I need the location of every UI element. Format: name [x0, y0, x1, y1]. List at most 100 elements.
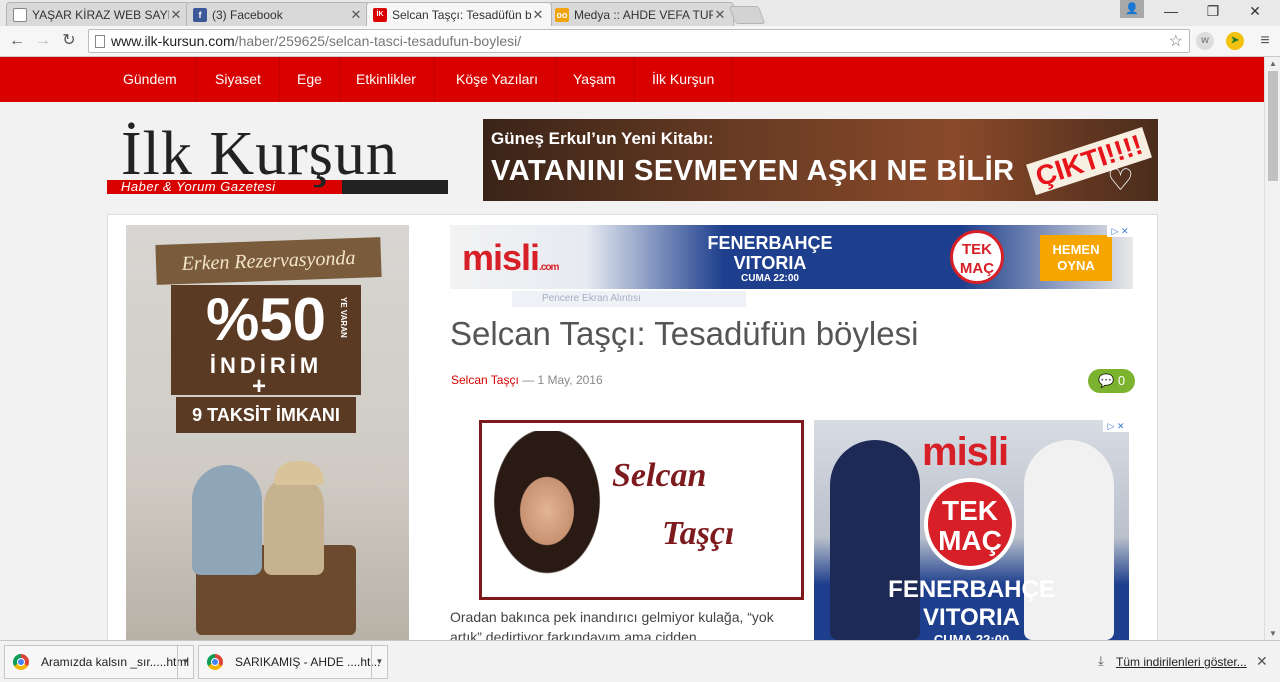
adchoices-icon[interactable]: ▷ ✕ — [1107, 225, 1133, 237]
tab-title: (3) Facebook — [212, 7, 283, 22]
play-now-button[interactable]: HEMEN OYNA — [1040, 235, 1112, 281]
reload-icon[interactable]: ↻ — [58, 30, 80, 52]
article-meta: Selcan Taşçı — 1 May, 2016 — [451, 373, 603, 387]
browser-tab[interactable]: oo Medya :: AHDE VEFA TURA ✕ — [548, 2, 734, 26]
browser-tab-active[interactable]: İK Selcan Taşçı: Tesadüfün bö ✕ — [366, 2, 552, 26]
ad-ribbon: Erken Rezervasyonda — [155, 237, 382, 285]
misli-logo: misli — [922, 430, 1009, 474]
forward-icon[interactable]: → — [32, 30, 54, 52]
misli-banner-ad[interactable]: misli.com FENERBAHÇE VITORIA CUMA 22:00 … — [450, 225, 1133, 289]
new-tab-button[interactable] — [728, 6, 766, 24]
browser-tab[interactable]: f (3) Facebook ✕ — [186, 2, 370, 26]
misli-box-ad[interactable]: misli TEK MAÇ FENERBAHÇE VITORIA CUMA 22… — [814, 420, 1129, 640]
article-date: 1 May, 2016 — [537, 373, 603, 387]
close-icon[interactable]: ✕ — [169, 7, 183, 23]
page-scrollbar[interactable]: ▲ ▼ — [1264, 57, 1280, 640]
team1-label: FENERBAHÇE — [888, 576, 1055, 603]
child-image — [264, 475, 324, 575]
tek-label: TEK — [942, 495, 998, 526]
cta-line1: HEMEN — [1052, 242, 1100, 257]
scroll-thumb[interactable] — [1268, 71, 1278, 181]
banner-line1: Güneş Erkul’un Yeni Kitabı: — [491, 129, 714, 148]
article-body: Oradan bakınca pek inandırıcı gelmiyor k… — [450, 609, 774, 640]
mac-label: MAÇ — [959, 260, 995, 277]
facebook-icon: f — [193, 7, 207, 22]
content-area: Erken Rezervasyonda %50 YE VARAN İNDİRİM… — [107, 214, 1158, 640]
tek-mac-badge: TEK MAÇ — [950, 230, 1004, 284]
mac-label: MAÇ — [938, 525, 1002, 556]
nav-item-kose-yazilari[interactable]: Köşe Yazıları — [438, 57, 557, 102]
misli-domain: .com — [539, 262, 559, 273]
download-item[interactable]: SARIKAMIŞ - AHDE ....ht... ▼ — [198, 645, 388, 679]
close-icon[interactable]: ✕ — [531, 7, 545, 23]
travel-ad[interactable]: Erken Rezervasyonda %50 YE VARAN İNDİRİM… — [126, 225, 409, 640]
download-item[interactable]: Aramızda kalsın _sır.....html ▼ — [4, 645, 194, 679]
article-title: Selcan Taşçı: Tesadüfün böylesi — [450, 315, 919, 352]
close-icon[interactable]: ✕ — [1256, 653, 1268, 670]
window-close-button[interactable]: ✕ — [1236, 0, 1274, 22]
site-nav: Gündem Siyaset Ege Etkinlikler Köşe Yazı… — [0, 57, 1264, 102]
ilk-kursun-icon: İK — [373, 7, 387, 22]
scroll-down-icon[interactable]: ▼ — [1265, 629, 1280, 638]
user-icon[interactable]: 👤 — [1120, 0, 1144, 18]
tek-label: TEK — [962, 241, 992, 258]
comment-icon: 💬 — [1098, 373, 1115, 388]
chevron-down-icon[interactable]: ▼ — [371, 646, 387, 678]
chevron-down-icon[interactable]: ▼ — [177, 646, 193, 678]
restore-button[interactable]: ❐ — [1194, 0, 1232, 22]
child-image — [192, 465, 262, 575]
url-host: www.ilk-kursun.com — [111, 33, 235, 49]
cta-line2: OYNA — [1057, 258, 1095, 273]
scroll-up-icon[interactable]: ▲ — [1265, 59, 1280, 68]
nav-item-yasam[interactable]: Yaşam — [555, 57, 635, 102]
comments-badge[interactable]: 💬 0 — [1088, 369, 1136, 393]
nav-item-etkinlikler[interactable]: Etkinlikler — [338, 57, 435, 102]
download-icon: ⤓ — [1098, 653, 1104, 668]
extension-w-icon[interactable]: w — [1196, 32, 1214, 50]
browser-toolbar: ← → ↻ www.ilk-kursun.com /haber/259625/s… — [0, 26, 1280, 57]
adchoices-icon[interactable]: ▷ ✕ — [1103, 420, 1129, 432]
show-all-downloads-link[interactable]: Tüm indirilenleri göster... — [1116, 655, 1247, 669]
logo-subtitle: Haber & Yorum Gazetesi — [121, 179, 276, 194]
back-icon[interactable]: ← — [6, 30, 28, 52]
menu-icon[interactable]: ≡ — [1256, 30, 1274, 52]
misli-logo: misli.com — [462, 237, 559, 279]
extension-arrow-icon[interactable]: ➤ — [1226, 32, 1244, 50]
team2-label: VITORIA — [923, 604, 1020, 631]
download-filename: SARIKAMIŞ - AHDE ....ht... — [235, 655, 381, 669]
tab-title: YAŞAR KİRAZ WEB SAYFAS — [32, 7, 169, 22]
banner-line2: VATANINI SEVMEYEN AŞKI NE BİLİR — [491, 155, 1015, 187]
discount-percent: %50 — [205, 286, 327, 353]
bookmark-star-icon[interactable]: ☆ — [1169, 31, 1183, 51]
author-image-last-name: Taşçı — [662, 515, 735, 552]
author-image: Selcan Taşçı — [479, 420, 804, 600]
author-photo — [492, 431, 602, 581]
nav-item-siyaset[interactable]: Siyaset — [197, 57, 280, 102]
close-icon[interactable]: ✕ — [713, 7, 727, 23]
match-time: CUMA 22:00 — [741, 273, 799, 284]
tooltip-ghost: Pencere Ekran Alıntısı — [512, 291, 746, 307]
minimize-button[interactable]: — — [1152, 0, 1190, 22]
nav-item-ege[interactable]: Ege — [279, 57, 341, 102]
chrome-icon — [207, 654, 223, 670]
close-icon[interactable]: ✕ — [349, 7, 363, 23]
site-logo[interactable]: İlk Kurşun Haber & Yorum Gazetesi — [107, 117, 450, 197]
book-banner-ad[interactable]: Güneş Erkul’un Yeni Kitabı: VATANINI SEV… — [483, 119, 1158, 201]
address-bar[interactable]: www.ilk-kursun.com /haber/259625/selcan-… — [88, 29, 1190, 53]
misli-brand: misli — [462, 237, 540, 278]
team1-label: FENERBAHÇE — [707, 233, 833, 253]
owl-icon: oo — [555, 7, 569, 22]
tab-title: Selcan Taşçı: Tesadüfün bö — [392, 7, 531, 22]
tek-mac-badge: TEK MAÇ — [924, 478, 1016, 570]
comment-count: 0 — [1117, 373, 1126, 388]
team2-label: VITORIA — [733, 253, 807, 273]
installments-label: 9 TAKSİT İMKANI — [176, 397, 356, 433]
nav-item-gundem[interactable]: Gündem — [105, 57, 196, 102]
browser-tab[interactable]: YAŞAR KİRAZ WEB SAYFAS ✕ — [6, 2, 190, 26]
page-icon — [95, 34, 105, 48]
nav-item-ilk-kursun[interactable]: İlk Kurşun — [634, 57, 734, 102]
download-filename: Aramızda kalsın _sır.....html — [41, 655, 190, 669]
author-link[interactable]: Selcan Taşçı — [451, 373, 519, 387]
match-time: CUMA 22:00 — [933, 632, 1010, 640]
hat-image — [274, 461, 324, 485]
